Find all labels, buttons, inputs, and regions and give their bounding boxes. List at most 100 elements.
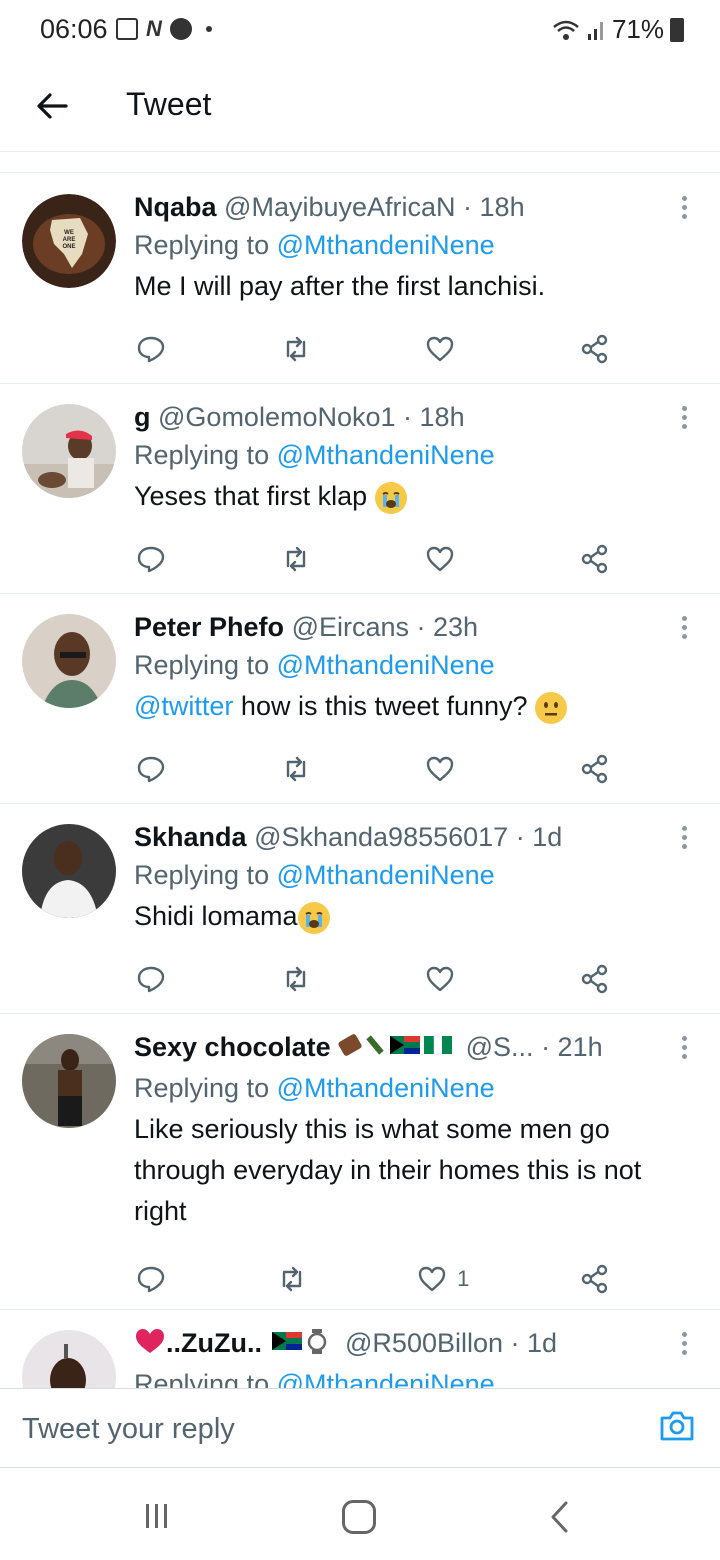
tweet-item[interactable]: Sexy chocolate @S... · 21h Replying to @… [0,1014,720,1310]
share-button[interactable] [580,754,610,784]
more-vertical-icon[interactable] [680,616,688,642]
reply-icon [137,546,165,573]
replying-mention[interactable]: @MthandeniNene [277,1073,495,1103]
tweet-text: @twitter how is this tweet funny? [134,686,660,727]
more-vertical-icon[interactable] [680,406,688,432]
share-button[interactable] [580,334,610,364]
author-handle[interactable]: @Skhanda98556017 [254,822,508,852]
tweet-item[interactable]: ..ZuZu.. @R500Billon · 1d Replying to @M… [0,1310,720,1388]
replying-mention[interactable]: @MthandeniNene [277,230,495,260]
nav-back-button[interactable] [548,1500,572,1534]
retweet-button[interactable] [281,334,311,364]
retweet-button[interactable] [277,1264,307,1294]
retweet-button[interactable] [281,754,311,784]
name-emojis [270,1327,338,1363]
avatar[interactable] [22,404,116,498]
retweet-button[interactable] [281,964,311,994]
home-button[interactable] [342,1500,376,1534]
share-icon [581,964,608,994]
avatar[interactable] [22,824,116,918]
replying-mention[interactable]: @MthandeniNene [277,860,495,890]
share-button[interactable] [580,964,610,994]
more-vertical-icon[interactable] [680,826,688,852]
reply-button[interactable] [136,544,166,574]
author-name[interactable]: Nqaba [134,192,217,222]
avatar[interactable] [22,1034,116,1128]
replying-mention[interactable]: @MthandeniNene [277,440,495,470]
tweet-time: · 18h [463,192,525,222]
more-vertical-icon[interactable] [680,196,688,222]
like-count: 1 [457,1266,470,1291]
wifi-icon [553,20,579,40]
reply-input[interactable]: Tweet your reply [22,1413,235,1446]
author-name[interactable]: ..ZuZu.. [166,1328,262,1358]
retweet-icon [282,1266,301,1292]
tweet-time: · 18h [403,402,465,432]
tweet-actions [136,334,610,364]
status-bar: 06:06 N 71% [0,0,720,62]
tweet-header: g @GomolemoNoko1 · 18h [134,400,660,434]
more-vertical-icon[interactable] [680,1332,688,1358]
author-handle[interactable]: @GomolemoNoko1 [158,402,396,432]
svg-text:ONE: ONE [62,244,75,250]
like-button[interactable] [425,334,465,364]
retweet-button[interactable] [281,544,311,574]
author-name[interactable]: Sexy chocolate [134,1032,331,1062]
tweet-item[interactable]: Peter Phefo @Eircans · 23h Replying to @… [0,594,720,804]
like-button[interactable]: 1 [417,1264,469,1294]
author-name[interactable]: Peter Phefo [134,612,284,642]
share-icon [581,544,608,574]
replying-prefix: Replying to [134,230,270,260]
replying-to: Replying to @MthandeniNene [134,224,660,266]
more-vertical-icon[interactable] [680,1036,688,1062]
share-button[interactable] [580,544,610,574]
camera-button[interactable] [658,1407,696,1445]
reply-button[interactable] [136,964,166,994]
replying-to: Replying to @MthandeniNene [134,854,660,896]
notification-icons: N [116,16,212,42]
system-nav-bar [0,1470,720,1560]
replying-to: Replying to @MthandeniNene [134,434,660,476]
like-button[interactable] [425,754,465,784]
avatar[interactable] [22,1330,116,1388]
back-button[interactable] [32,86,72,126]
heart-icon [427,966,454,992]
like-button[interactable] [425,964,465,994]
tweet-item[interactable]: g @GomolemoNoko1 · 18h Replying to @Mtha… [0,384,720,594]
replying-prefix: Replying to [134,1368,270,1388]
reply-composer[interactable]: Tweet your reply [0,1388,720,1468]
reply-button[interactable] [136,334,166,364]
recents-button[interactable] [144,1502,170,1530]
author-handle[interactable]: @Eircans [292,612,409,642]
reply-button[interactable] [136,1264,166,1294]
replying-mention[interactable]: @MthandeniNene [277,650,495,680]
reply-icon [137,966,165,993]
tweet-item[interactable]: Skhanda @Skhanda98556017 · 1d Replying t… [0,804,720,1014]
avatar[interactable]: WE ARE ONE [22,194,116,288]
tweet-header: Peter Phefo @Eircans · 23h [134,610,660,644]
tweet-text: Yeses that first klap [134,476,660,517]
reply-button[interactable] [136,754,166,784]
battery-percent: 71% [611,14,664,44]
author-handle[interactable]: @R500Billon [345,1328,503,1358]
app-header: Tweet [0,62,720,152]
reply-feed[interactable]: WE ARE ONE Nqaba @MayibuyeAfricaN · 18h Re… [0,174,720,1388]
text-mention[interactable]: @twitter [134,691,233,721]
neutral-face-emoji [535,691,568,724]
like-button[interactable] [425,544,465,574]
author-handle[interactable]: @S... [466,1032,534,1062]
replying-prefix: Replying to [134,440,270,470]
tweet-text-content: Shidi lomama [134,901,298,931]
replying-mention[interactable]: @MthandeniNene [277,1369,495,1388]
battery-icon [670,17,684,42]
share-button[interactable] [580,1264,610,1294]
author-handle[interactable]: @MayibuyeAfricaN [224,192,455,222]
status-right: 71% [552,14,684,45]
tweet-text: Me I will pay after the first lanchisi. [134,271,546,301]
tweet-time: · 1d [510,1328,558,1358]
tweet-item[interactable]: WE ARE ONE Nqaba @MayibuyeAfricaN · 18h Re… [0,174,720,384]
author-name[interactable]: Skhanda [134,822,247,852]
svg-text:WE: WE [64,230,74,236]
avatar[interactable] [22,614,116,708]
author-name[interactable]: g [134,402,151,432]
